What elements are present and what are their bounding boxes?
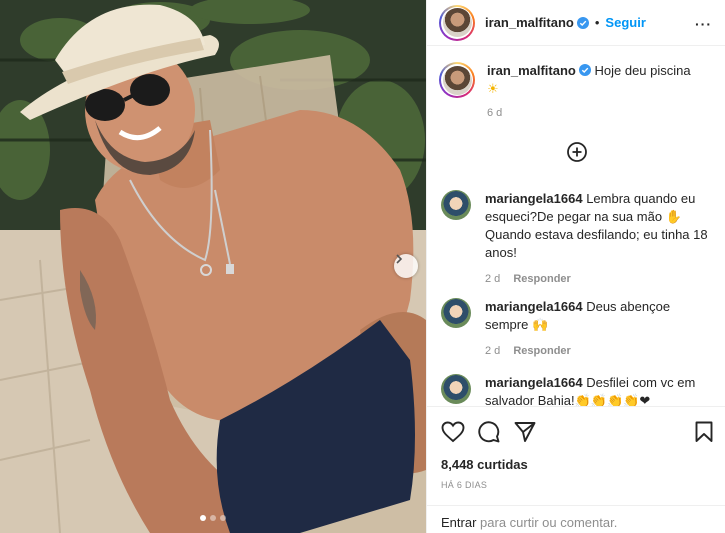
comment-timestamp[interactable]: 2 d [485,345,500,357]
paper-plane-icon[interactable] [514,421,536,443]
comment-username[interactable]: mariangela1664 [485,375,583,390]
reply-button[interactable]: Responder [513,345,570,357]
comment-meta: 2 d Responder [485,342,716,360]
avatar[interactable] [441,190,471,220]
carousel-indicator [200,515,226,521]
caption-text: Hoje deu piscina [594,63,691,78]
comment-body: mariangela1664 Desfilei com vc em salvad… [485,374,716,406]
avatar[interactable] [441,298,471,328]
comment-meta: 2 d Responder [485,270,716,288]
post-photo [0,0,426,533]
login-prompt-text: para curtir ou comentar. [480,515,618,530]
action-bar [427,406,725,452]
caption-username[interactable]: iran_malfitano [487,63,576,78]
comment-item: mariangela1664 Desfilei com vc em salvad… [441,374,716,406]
caption-timestamp[interactable]: 6 d [487,104,691,122]
avatar[interactable] [439,62,475,98]
comment-username[interactable]: mariangela1664 [485,191,583,206]
comment-timestamp[interactable]: 2 d [485,273,500,285]
post-image [0,0,426,533]
caption-body: iran_malfitano Hoje deu piscina ☀ 6 d [487,62,691,122]
post-date[interactable]: HÁ 6 DIAS [441,480,487,490]
carousel-dot [210,515,216,521]
comment-body: mariangela1664 Lembra quando eu esqueci?… [485,190,716,288]
comment-item: mariangela1664 Lembra quando eu esqueci?… [441,190,716,288]
carousel-dot [200,515,206,521]
post-caption: iran_malfitano Hoje deu piscina ☀ 6 d [439,62,714,122]
verified-badge-icon [578,64,591,76]
next-image-button[interactable] [394,254,418,278]
carousel-dot [220,515,226,521]
post-details-panel: iran_malfitano • Seguir ··· iran_malfita… [426,0,725,533]
comment-item: mariangela1664 Deus abençoe sempre 🙌 2 d… [441,298,716,360]
more-options-button[interactable]: ··· [695,16,712,32]
comment-body: mariangela1664 Deus abençoe sempre 🙌 2 d… [485,298,716,360]
heart-icon[interactable] [441,421,465,443]
comment-icon[interactable] [478,421,500,443]
verified-badge-icon [576,16,589,29]
header-separator: • [594,15,600,30]
post-header: iran_malfitano • Seguir ··· [427,0,725,46]
follow-button[interactable]: Seguir [605,15,645,30]
sun-emoji: ☀ [487,81,499,96]
reply-button[interactable]: Responder [513,273,570,285]
chevron-right-icon [396,254,403,264]
likes-count[interactable]: 8,448 curtidas [441,457,528,472]
login-prompt: Entrar para curtir ou comentar. [427,505,725,533]
author-username[interactable]: iran_malfitano [485,15,574,30]
plus-circle-icon[interactable] [567,142,587,162]
avatar[interactable] [439,4,475,41]
bookmark-icon[interactable] [695,421,713,443]
login-link[interactable]: Entrar [441,515,476,530]
comment-username[interactable]: mariangela1664 [485,299,583,314]
avatar[interactable] [441,374,471,404]
